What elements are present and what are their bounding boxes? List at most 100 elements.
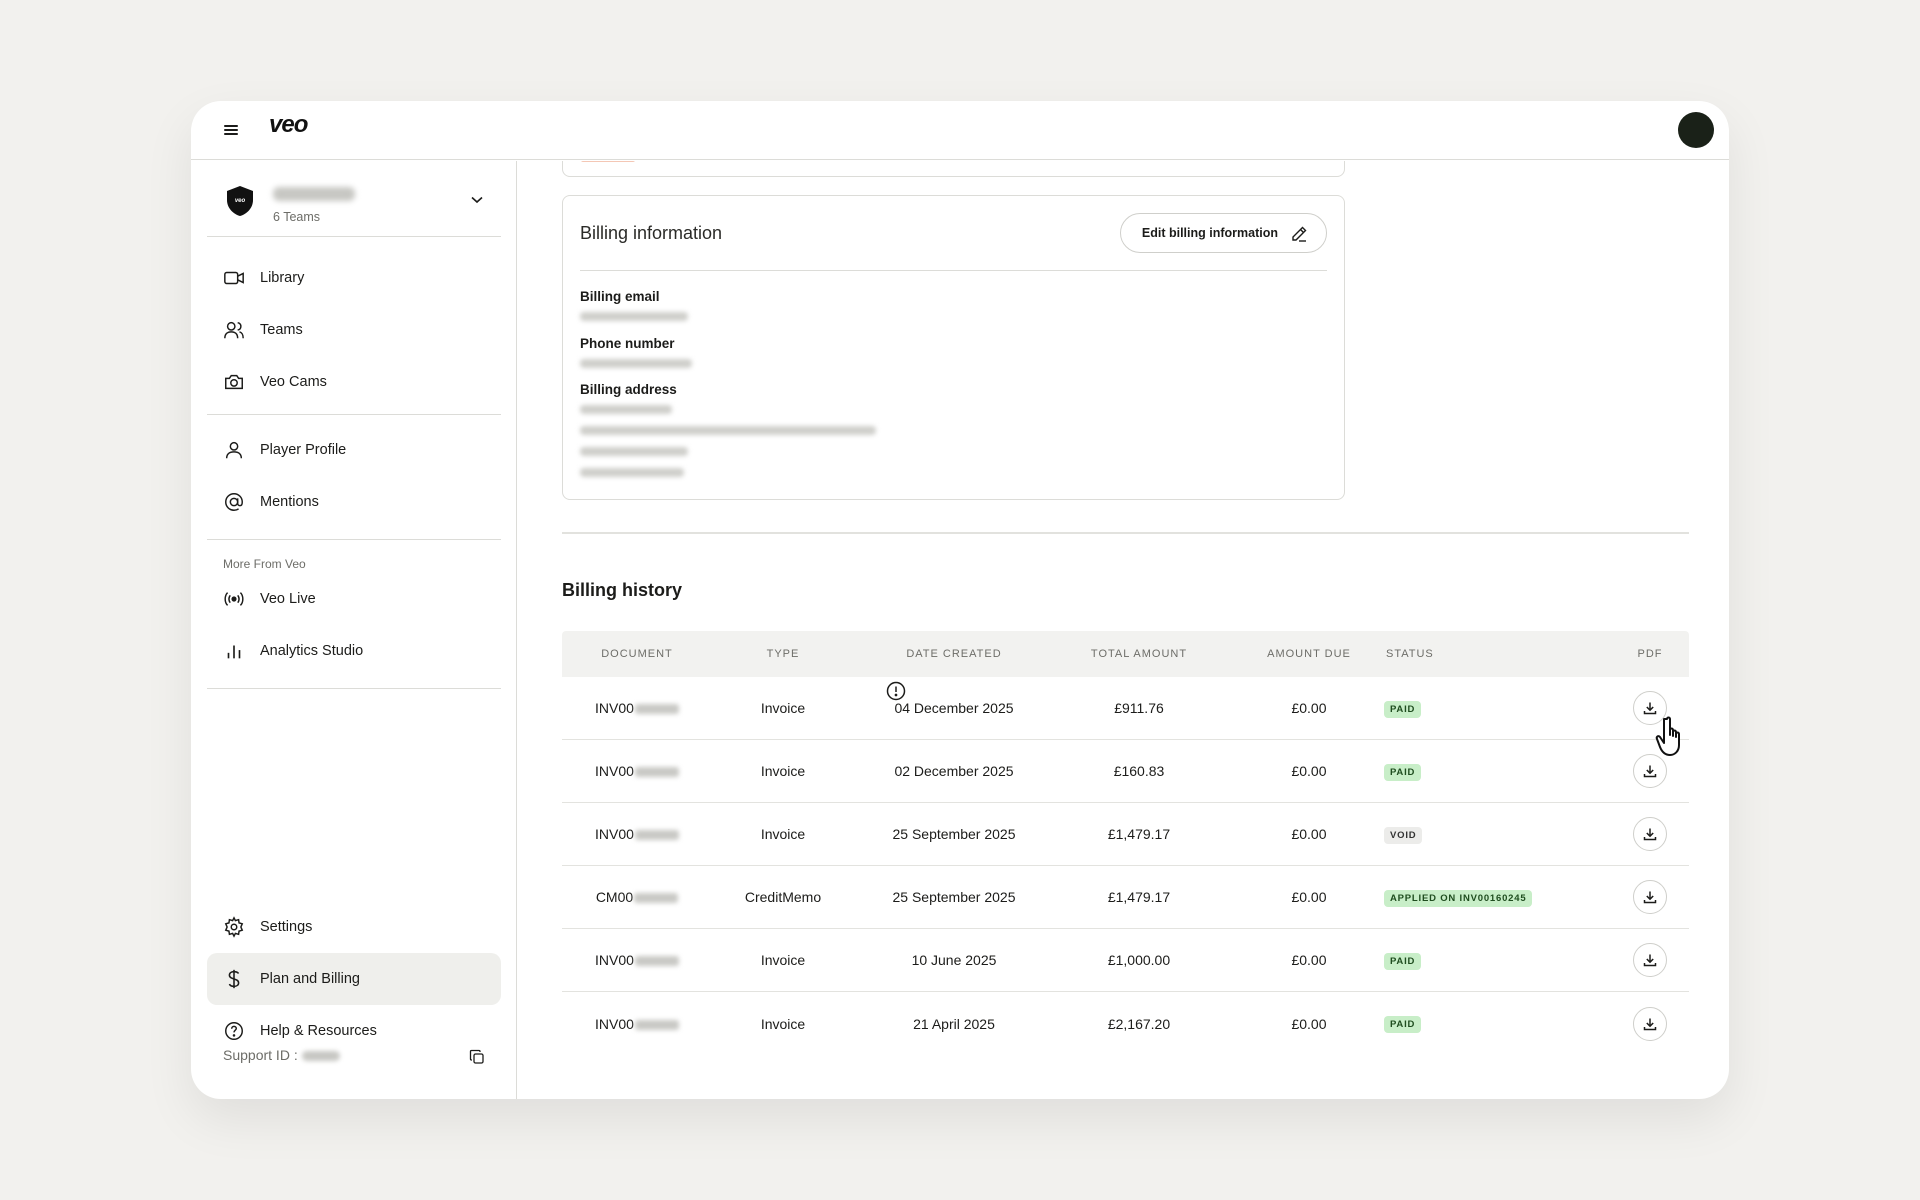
org-name: [273, 187, 355, 201]
billing-address-line: [580, 426, 876, 435]
date-created-cell: 21 April 2025: [913, 1015, 995, 1032]
dollar-icon: [228, 969, 240, 989]
status-badge: PAID: [1384, 763, 1422, 781]
billing-address-line: [580, 447, 688, 456]
pdf-cell: [1622, 880, 1678, 914]
billing-information-card: Billing information Edit billing informa…: [562, 195, 1345, 500]
date-created-cell: 02 December 2025: [894, 763, 1014, 779]
status-badge: PAID: [1384, 952, 1422, 970]
table-row: CM00 CreditMemo 25 September 2025 £1,479.17…: [562, 866, 1689, 929]
billing-history-title: Billing history: [562, 580, 682, 601]
section-divider: [562, 532, 1689, 534]
date-created-cell: 25 September 2025: [892, 826, 1016, 842]
status-cell: PAID: [1384, 699, 1422, 718]
sidebar-item-player-profile[interactable]: Player Profile: [207, 424, 501, 476]
amount-due-cell: £0.00: [1291, 952, 1327, 968]
sidebar-item-veo-live[interactable]: Veo Live: [207, 573, 501, 625]
org-switcher[interactable]: veo 6 Teams: [207, 167, 501, 237]
veo-logo[interactable]: veo: [269, 111, 308, 139]
sidebar-item-analytics-studio[interactable]: Analytics Studio: [207, 625, 501, 677]
sidebar-item-label: Veo Live: [260, 591, 316, 607]
date-created-cell: 04 December 2025: [894, 700, 1014, 716]
status-cell: VOID: [1384, 825, 1423, 844]
type-cell: Invoice: [760, 826, 806, 842]
pdf-cell: [1622, 817, 1678, 851]
nav-group-main: Library Teams Veo Cams: [207, 252, 501, 408]
download-icon: [1643, 1018, 1657, 1030]
column-header-type: Type: [766, 648, 800, 660]
sidebar-item-label: Analytics Studio: [260, 643, 364, 659]
download-icon: [1643, 765, 1657, 778]
sidebar-divider: [207, 688, 501, 689]
sidebar: veo 6 Teams Library Teams Veo Cams Playe…: [191, 161, 517, 1099]
column-header-total-amount: Total amount: [1090, 648, 1188, 660]
billing-information-title: Billing information: [580, 223, 723, 243]
edit-billing-information-button[interactable]: Edit billing information: [1119, 213, 1327, 253]
type-cell: Invoice: [760, 700, 806, 716]
pdf-cell: [1622, 943, 1678, 977]
sidebar-item-library[interactable]: Library: [207, 252, 501, 304]
help-circle-icon: [225, 1022, 243, 1040]
document-cell: INV00: [562, 1016, 712, 1032]
status-cell: APPLIED ON INV00160245: [1384, 888, 1533, 907]
download-pdf-button[interactable]: [1633, 1006, 1667, 1041]
broadcast-icon: [224, 592, 244, 606]
sidebar-item-label: Veo Cams: [260, 374, 327, 390]
table-row: INV00 Invoice 04 December 2025 £911.76 £0.00…: [562, 677, 1689, 740]
gear-icon: [224, 916, 244, 938]
document-number-redacted: [634, 1019, 679, 1030]
column-header-amount-due: Amount due: [1267, 648, 1351, 660]
document-number: INV00: [595, 1015, 634, 1032]
column-header-status: Status: [1386, 648, 1434, 660]
camera-icon: [225, 374, 243, 390]
total-amount-cell: £1,479.17: [1107, 826, 1171, 842]
user-avatar[interactable]: [1678, 112, 1714, 148]
amount-due-cell: £0.00: [1291, 1015, 1327, 1032]
status-cell: PAID: [1384, 1014, 1422, 1033]
video-camera-icon: [224, 271, 244, 285]
download-icon: [1643, 891, 1657, 904]
sidebar-item-mentions[interactable]: Mentions: [207, 476, 501, 528]
amount-due-cell: £0.00: [1291, 700, 1327, 716]
sidebar-item-label: Mentions: [260, 494, 319, 510]
total-amount-cell: £911.76: [1114, 700, 1164, 716]
amount-due-cell: £0.00: [1291, 889, 1327, 905]
status-badge: APPLIED ON INV00160245: [1384, 889, 1533, 907]
chevron-down-icon: [471, 196, 483, 204]
phone-number-label: Phone number: [580, 336, 675, 351]
download-pdf-button[interactable]: [1633, 817, 1667, 851]
total-amount-cell: £1,000.00: [1107, 952, 1171, 968]
billing-history-table: Document Type Date created Total amount …: [562, 631, 1689, 1055]
table-row: INV00 Invoice 25 September 2025 £1,479.17 £0…: [562, 803, 1689, 866]
document-number: INV00: [595, 700, 634, 716]
nav-group-more: Veo Live Analytics Studio: [207, 573, 501, 677]
section-label-more-from-veo: More From Veo: [223, 557, 306, 571]
document-cell: INV00: [562, 763, 712, 779]
document-cell: INV00: [562, 826, 712, 842]
download-pdf-button[interactable]: [1633, 943, 1667, 977]
column-header-pdf: PDF: [1637, 648, 1663, 660]
billing-address-line: [580, 405, 672, 414]
copy-icon[interactable]: [469, 1049, 485, 1065]
total-amount-cell: £1,479.17: [1107, 889, 1171, 905]
date-created-cell: 25 September 2025: [892, 889, 1016, 905]
menu-icon[interactable]: [224, 123, 240, 137]
type-cell: CreditMemo: [744, 889, 822, 905]
sidebar-item-veo-cams[interactable]: Veo Cams: [207, 356, 501, 408]
total-amount-cell: £2,167.20: [1107, 1015, 1171, 1032]
main-content: Billing information Edit billing informa…: [518, 161, 1729, 1099]
sidebar-item-teams[interactable]: Teams: [207, 304, 501, 356]
status-badge: PAID: [1384, 1016, 1422, 1033]
download-pdf-button[interactable]: [1633, 880, 1667, 914]
sidebar-item-settings[interactable]: Settings: [207, 901, 501, 953]
status-cell: PAID: [1384, 951, 1422, 970]
nav-group-profile: Player Profile Mentions: [207, 424, 501, 528]
download-icon: [1643, 954, 1657, 967]
document-number: CM00: [595, 889, 634, 905]
at-sign-icon: [225, 493, 243, 511]
download-pdf-button[interactable]: [1633, 754, 1667, 788]
sidebar-item-plan-and-billing[interactable]: Plan and Billing: [207, 953, 501, 1005]
sidebar-item-label: Player Profile: [260, 442, 347, 458]
app-window: veo veo 6 Teams Library Teams Veo Cams P…: [191, 101, 1729, 1099]
type-cell: Invoice: [760, 952, 806, 968]
